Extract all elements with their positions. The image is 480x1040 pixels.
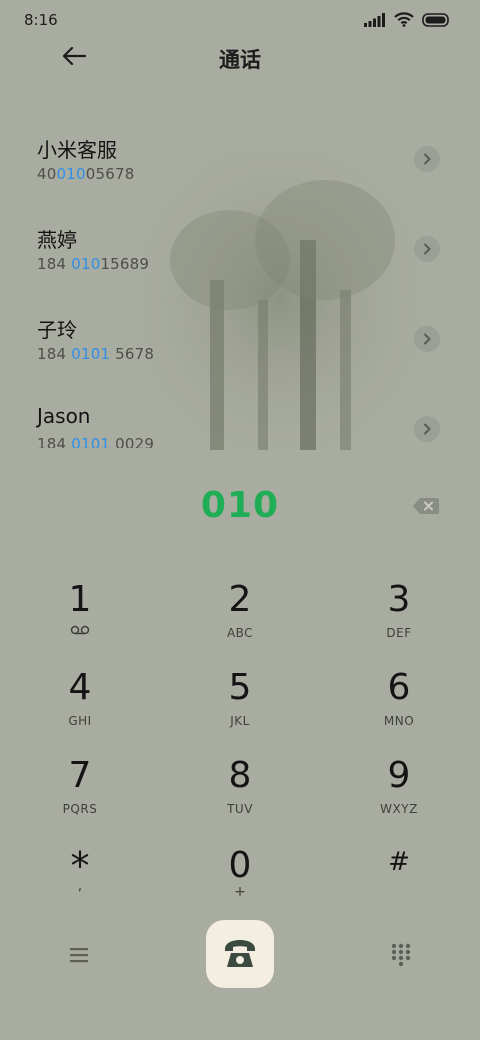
dialed-number-display: 010 bbox=[200, 485, 280, 526]
contact-detail-button[interactable] bbox=[414, 146, 440, 172]
dialpad-toggle-button[interactable] bbox=[386, 940, 416, 970]
key-3[interactable]: 3 DEF bbox=[339, 580, 459, 660]
matched-digits: 010 bbox=[56, 165, 86, 183]
page-title: 通话 bbox=[219, 48, 261, 72]
contact-number: 184 01015689 bbox=[37, 255, 150, 273]
key-6[interactable]: 6 MNO bbox=[339, 668, 459, 748]
key-hash[interactable]: # bbox=[339, 846, 459, 926]
contact-name: 子玲 bbox=[37, 318, 77, 342]
key-digit: 8 bbox=[228, 755, 252, 796]
menu-button[interactable] bbox=[64, 942, 94, 968]
key-digit: 5 bbox=[228, 667, 252, 708]
battery-icon bbox=[422, 12, 449, 27]
key-digit: 1 bbox=[68, 579, 92, 620]
matched-digits: 0101 bbox=[71, 345, 111, 363]
key-letters: WXYZ bbox=[380, 802, 418, 816]
contact-detail-button[interactable] bbox=[414, 236, 440, 262]
backspace-button[interactable] bbox=[412, 496, 440, 516]
contact-name: 小米客服 bbox=[37, 138, 117, 162]
key-digit: 9 bbox=[387, 755, 411, 796]
contact-number: 184 0101 0029 bbox=[37, 435, 154, 448]
key-letters: PQRS bbox=[62, 802, 98, 816]
chevron-right-icon bbox=[424, 243, 431, 255]
contact-number: 184 0101 5678 bbox=[37, 345, 155, 363]
chevron-right-icon bbox=[424, 333, 431, 345]
key-digit: 3 bbox=[387, 579, 411, 620]
status-time: 8:16 bbox=[24, 11, 58, 29]
status-bar: 8:16 bbox=[0, 0, 480, 40]
key-letters: TUV bbox=[227, 802, 253, 816]
key-star[interactable]: * , bbox=[20, 846, 140, 926]
chevron-right-icon bbox=[424, 423, 431, 435]
backspace-icon bbox=[413, 498, 439, 514]
status-icons bbox=[364, 12, 450, 27]
key-digit: 7 bbox=[68, 755, 92, 796]
key-2[interactable]: 2 ABC bbox=[180, 580, 300, 660]
key-digit: 0 bbox=[228, 845, 252, 886]
key-letters: MNO bbox=[383, 714, 415, 728]
bottom-action-bar bbox=[0, 920, 480, 990]
key-letters: JKL bbox=[230, 714, 250, 728]
menu-icon bbox=[70, 948, 88, 963]
key-5[interactable]: 5 JKL bbox=[180, 668, 300, 748]
key-letters: DEF bbox=[386, 626, 412, 640]
header: 通话 bbox=[0, 40, 480, 80]
contact-item[interactable]: 燕婷 184 01015689 bbox=[0, 210, 480, 300]
key-symbol: , bbox=[77, 878, 83, 894]
key-digit: 2 bbox=[228, 579, 252, 620]
key-symbol: + bbox=[234, 884, 246, 900]
contact-name: Jason bbox=[37, 404, 91, 428]
contact-suggestions-list: 小米客服 4001005678 燕婷 184 01015689 子玲 184 0… bbox=[0, 120, 480, 448]
matched-digits: 0101 bbox=[71, 435, 111, 448]
key-4[interactable]: 4 GHI bbox=[20, 668, 140, 748]
signal-icon bbox=[364, 12, 385, 27]
key-digit: # bbox=[388, 847, 410, 877]
contact-detail-button[interactable] bbox=[414, 326, 440, 352]
chevron-right-icon bbox=[424, 153, 431, 165]
dialpad-icon bbox=[391, 943, 411, 967]
contact-item[interactable]: 小米客服 4001005678 bbox=[0, 120, 480, 210]
matched-digits: 010 bbox=[71, 255, 101, 273]
contact-item[interactable]: 子玲 184 0101 5678 bbox=[0, 300, 480, 390]
key-digit: 4 bbox=[68, 667, 92, 708]
call-button[interactable] bbox=[206, 920, 274, 988]
key-letters: GHI bbox=[68, 714, 92, 728]
phone-icon bbox=[225, 940, 255, 967]
voicemail-icon bbox=[70, 625, 90, 635]
contact-name: 燕婷 bbox=[37, 228, 77, 252]
key-1[interactable]: 1 bbox=[20, 580, 140, 660]
key-9[interactable]: 9 WXYZ bbox=[339, 756, 459, 836]
key-8[interactable]: 8 TUV bbox=[180, 756, 300, 836]
key-letters: ABC bbox=[226, 626, 254, 640]
contact-number: 4001005678 bbox=[37, 165, 135, 183]
key-7[interactable]: 7 PQRS bbox=[20, 756, 140, 836]
contact-item[interactable]: Jason 184 0101 0029 bbox=[0, 390, 480, 448]
key-digit: 6 bbox=[387, 667, 411, 708]
wifi-icon bbox=[394, 12, 414, 27]
contact-detail-button[interactable] bbox=[414, 416, 440, 442]
key-0[interactable]: 0 + bbox=[180, 846, 300, 926]
